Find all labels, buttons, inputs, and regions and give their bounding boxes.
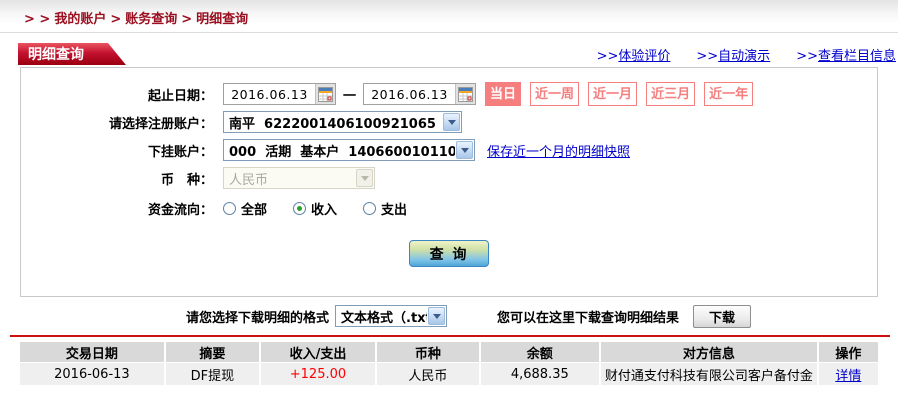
download-row: 请您选择下载明细的格式 文本格式（.txt） 您可以在这里下载查询明细结果 下载 — [0, 304, 898, 328]
quick-range-month-button[interactable]: 近一月 — [588, 82, 638, 106]
download-hint: 您可以在这里下载查询明细结果 — [497, 310, 680, 326]
radio-icon — [223, 201, 236, 215]
chevron-down-icon — [428, 307, 446, 325]
cell-date: 2016-06-13 — [20, 363, 164, 385]
radio-label: 收入 — [311, 202, 338, 218]
query-button-row: 查 询 — [21, 240, 877, 267]
date-separator: 一 — [343, 88, 357, 104]
register-account-label: 请选择注册账户： — [108, 116, 213, 132]
date-from-value: 2016.06.13 — [231, 86, 308, 102]
chevron-down-icon — [456, 141, 473, 159]
chevron-down-icon — [356, 169, 373, 187]
download-format-value: 文本格式（.txt） — [341, 310, 427, 326]
date-to-input[interactable]: 2016.06.13 — [363, 83, 477, 105]
register-account-select[interactable]: 南平 6222001406100921065 灵通卡 — [223, 111, 462, 133]
flow-option-income[interactable]: 收入 — [293, 199, 337, 218]
sub-account-label: 下挂账户： — [147, 144, 213, 160]
detail-link[interactable]: 详情 — [835, 369, 861, 384]
date-to-value: 2016.06.13 — [371, 86, 448, 102]
radio-label: 支出 — [381, 202, 408, 218]
quick-range-week-button[interactable]: 近一周 — [530, 82, 580, 106]
register-account-value: 南平 6222001406100921065 灵通卡 — [229, 116, 436, 132]
breadcrumb-item-detail-query[interactable]: 明细查询 — [196, 8, 248, 27]
col-header-amount: 收入/支出 — [260, 342, 376, 362]
cell-balance: 4,688.35 — [480, 363, 600, 385]
breadcrumb-bar: > > 我的账户 > 账务查询 > 明细查询 — [0, 0, 898, 33]
calendar-icon[interactable] — [455, 84, 476, 104]
fund-flow-label: 资金流向： — [147, 202, 213, 218]
cell-counterparty: 财付通支付科技有限公司客户备付金 — [601, 363, 817, 385]
query-form-panel: 起止日期： 2016.06.13 一 2016.06.13 当日 近一周 近一月… — [20, 67, 878, 297]
download-button[interactable]: 下载 — [693, 304, 752, 328]
currency-row: 币 种： 人民币 — [21, 166, 877, 190]
fund-flow-row: 资金流向： 全部 收入 支出 — [21, 196, 877, 220]
table-row: 2016-06-13 DF提现 +125.00 人民币 4,688.35 财付通… — [20, 363, 878, 385]
flow-option-expense[interactable]: 支出 — [363, 199, 407, 218]
col-header-action: 操作 — [818, 342, 878, 362]
date-from-input[interactable]: 2016.06.13 — [223, 83, 336, 105]
link-label: 自动演示 — [718, 48, 771, 64]
table-header-row: 交易日期 摘要 收入/支出 币种 余额 对方信息 操作 — [20, 342, 878, 362]
currency-value: 人民币 — [229, 172, 269, 188]
date-range-row: 起止日期： 2016.06.13 一 2016.06.13 当日 近一周 近一月… — [21, 82, 877, 106]
download-format-label: 请您选择下载明细的格式 — [186, 310, 330, 326]
col-header-balance: 余额 — [480, 342, 600, 362]
calendar-icon[interactable] — [315, 84, 335, 104]
chevron-down-icon — [443, 113, 460, 131]
breadcrumb-separator: > — [181, 12, 193, 27]
tab-detail-query[interactable]: 明细查询 — [18, 43, 126, 65]
auto-demo-link[interactable]: >>自动演示 — [696, 45, 770, 64]
cell-currency: 人民币 — [377, 363, 479, 385]
quick-range-3months-button[interactable]: 近三月 — [646, 82, 696, 106]
red-divider — [10, 335, 890, 337]
quick-range-year-button[interactable]: 近一年 — [704, 82, 754, 106]
cell-summary: DF提现 — [165, 363, 259, 385]
cell-action: 详情 — [818, 363, 878, 385]
cell-amount: +125.00 — [260, 363, 376, 385]
link-prefix: >> — [596, 48, 619, 64]
sub-account-row: 下挂账户： 000 活期 基本户 1406600101102571848 保存近… — [21, 138, 877, 162]
experience-feedback-link[interactable]: >>体验评价 — [597, 45, 671, 64]
breadcrumb-item-my-account[interactable]: 我的账户 — [54, 8, 106, 27]
link-label: 查看栏目信息 — [817, 48, 896, 64]
transaction-table: 交易日期 摘要 收入/支出 币种 余额 对方信息 操作 2016-06-13 D… — [18, 341, 880, 386]
radio-label: 全部 — [241, 202, 268, 218]
col-header-date: 交易日期 — [20, 342, 164, 362]
date-range-label: 起止日期： — [147, 88, 213, 104]
col-header-counterparty: 对方信息 — [601, 342, 817, 362]
section-header: 明细查询 >>体验评价 >>自动演示 >>查看栏目信息 — [0, 43, 898, 65]
col-header-summary: 摘要 — [165, 342, 259, 362]
link-label: 体验评价 — [618, 48, 671, 64]
col-header-currency: 币种 — [377, 342, 479, 362]
flow-option-all[interactable]: 全部 — [223, 199, 267, 218]
tab-title: 明细查询 — [28, 47, 84, 63]
breadcrumb-item-account-query[interactable]: 账务查询 — [125, 8, 177, 27]
radio-checked-icon — [293, 201, 307, 215]
breadcrumb-prefix: > > — [24, 12, 51, 27]
currency-select: 人民币 — [223, 167, 375, 189]
sub-account-value: 000 活期 基本户 1406600101102571848 — [229, 144, 455, 160]
sub-account-select[interactable]: 000 活期 基本户 1406600101102571848 — [223, 139, 475, 161]
query-button[interactable]: 查 询 — [409, 240, 489, 267]
save-snapshot-link[interactable]: 保存近一个月的明细快照 — [487, 141, 630, 160]
radio-icon — [363, 201, 377, 215]
breadcrumb-separator: > — [110, 12, 122, 27]
register-account-row: 请选择注册账户： 南平 6222001406100921065 灵通卡 — [21, 110, 877, 134]
header-links: >>体验评价 >>自动演示 >>查看栏目信息 — [597, 45, 898, 64]
link-prefix: >> — [696, 48, 719, 64]
download-format-select[interactable]: 文本格式（.txt） — [335, 305, 448, 327]
link-prefix: >> — [796, 48, 818, 64]
column-info-link[interactable]: >>查看栏目信息 — [796, 45, 896, 64]
quick-range-today-button[interactable]: 当日 — [485, 82, 522, 106]
currency-label: 币 种： — [160, 172, 213, 188]
